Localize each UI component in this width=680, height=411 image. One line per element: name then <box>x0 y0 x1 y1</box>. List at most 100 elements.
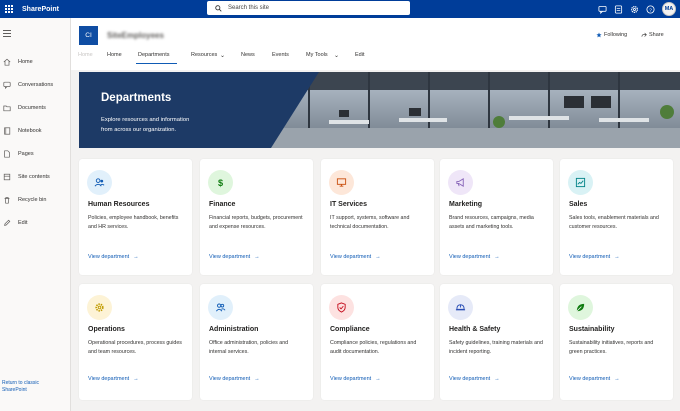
card-human-resources[interactable]: Human Resources Policies, employee handb… <box>79 159 192 275</box>
link-label: View department <box>449 254 491 260</box>
card-title: Sustainability <box>569 326 615 333</box>
chevron-down-icon[interactable]: ⌄ <box>334 52 339 59</box>
menu-icon[interactable] <box>3 30 11 39</box>
brand-name[interactable]: SharePoint <box>22 6 59 13</box>
card-administration[interactable]: Administration Office administration, po… <box>200 284 313 400</box>
card-icon-circle <box>87 170 112 195</box>
search-icon <box>215 4 222 12</box>
share-icon <box>641 32 647 37</box>
card-health-safety[interactable]: Health & Safety Safety guidelines, train… <box>440 284 553 400</box>
follow-button[interactable]: Following <box>596 32 627 38</box>
arrow-right-icon: → <box>254 254 260 260</box>
tab-resources[interactable]: Resources <box>191 52 217 58</box>
app-launcher-icon[interactable] <box>0 0 18 18</box>
tab-edit[interactable]: Edit <box>355 52 364 58</box>
card-description: Compliance policies, regulations and aud… <box>330 340 417 355</box>
nav-item-label: Site contents <box>18 174 50 180</box>
view-department-link[interactable]: View department → <box>569 254 620 260</box>
left-navigation: Home Conversations Documents Notebook Pa… <box>0 18 71 411</box>
site-title[interactable]: SiteEmployees <box>107 31 164 40</box>
nav-item-home[interactable]: Home <box>0 55 71 69</box>
svg-text:$: $ <box>218 178 223 188</box>
site-contents-icon <box>3 173 11 181</box>
hero-subtitle-line2: from across our organization. <box>101 127 177 133</box>
card-title: Compliance <box>330 326 370 333</box>
documents-icon <box>3 105 11 112</box>
card-description: Policies, employee handbook, benefits an… <box>88 215 179 230</box>
edit-icon <box>4 219 11 226</box>
card-finance[interactable]: $ Finance Financial reports, budgets, pr… <box>200 159 313 275</box>
view-department-link[interactable]: View department → <box>330 254 381 260</box>
shield-icon <box>337 302 346 313</box>
tab-news[interactable]: News <box>241 52 255 58</box>
return-link-line2: SharePoint <box>2 387 27 393</box>
nav-item-label: Documents <box>18 105 46 111</box>
tab-my-tools[interactable]: My Tools <box>306 52 328 58</box>
card-operations[interactable]: Operations Operational procedures, proce… <box>79 284 192 400</box>
link-label: View department <box>330 254 372 260</box>
suite-bar: SharePoint Search this site ? MA <box>0 0 680 18</box>
hardhat-icon <box>455 304 466 311</box>
nav-item-pages[interactable]: Pages <box>0 147 71 161</box>
nav-item-label: Conversations <box>18 82 54 88</box>
view-department-link[interactable]: View department → <box>88 254 139 260</box>
view-department-link[interactable]: View department → <box>449 254 500 260</box>
active-tab-indicator <box>136 63 177 64</box>
view-department-link[interactable]: View department → <box>330 376 381 382</box>
feedback-icon[interactable] <box>614 4 623 14</box>
view-department-link[interactable]: View department → <box>88 376 139 382</box>
card-it-services[interactable]: IT Services IT support, systems, softwar… <box>321 159 434 275</box>
nav-item-recycle-bin[interactable]: Recycle bin <box>0 193 71 207</box>
nav-item-notebook[interactable]: Notebook <box>0 124 71 138</box>
chevron-down-icon[interactable]: ⌄ <box>220 52 225 59</box>
site-header: CI SiteEmployees Following Share Home Ho… <box>71 18 680 70</box>
avatar[interactable]: MA <box>662 2 676 16</box>
card-description: Safety guidelines, training materials an… <box>449 340 543 355</box>
view-department-link[interactable]: View department → <box>209 254 260 260</box>
star-icon <box>596 32 602 38</box>
nav-item-site-contents[interactable]: Site contents <box>0 170 71 184</box>
view-department-link[interactable]: View department → <box>449 376 500 382</box>
leaf-icon <box>576 303 585 312</box>
chat-icon[interactable] <box>598 5 607 14</box>
admin-people-icon <box>216 303 226 312</box>
help-icon[interactable]: ? <box>646 4 655 14</box>
search-input[interactable]: Search this site <box>207 1 410 15</box>
tab-departments[interactable]: Departments <box>138 52 170 58</box>
link-label: View department <box>88 254 130 260</box>
tab-events[interactable]: Events <box>272 52 289 58</box>
view-department-link[interactable]: View department → <box>569 376 620 382</box>
return-link-line1: Return to classic <box>2 380 39 386</box>
people-icon <box>94 178 105 187</box>
share-button[interactable]: Share <box>641 32 664 38</box>
site-logo[interactable]: CI <box>79 26 98 45</box>
link-label: View department <box>209 376 251 382</box>
nav-item-documents[interactable]: Documents <box>0 101 71 115</box>
tab-home[interactable]: Home <box>107 52 122 58</box>
card-title: Finance <box>209 201 236 208</box>
card-title: Sales <box>569 201 588 208</box>
nav-item-edit[interactable]: Edit <box>0 216 71 230</box>
arrow-right-icon: → <box>614 376 620 382</box>
card-compliance[interactable]: Compliance Compliance policies, regulati… <box>321 284 434 400</box>
settings-icon[interactable] <box>630 5 639 14</box>
home-icon <box>3 58 11 66</box>
monitor-icon <box>336 178 347 187</box>
card-icon-circle <box>568 295 593 320</box>
link-label: View department <box>449 376 491 382</box>
card-icon-circle <box>87 295 112 320</box>
arrow-right-icon: → <box>375 254 381 260</box>
nav-item-label: Notebook <box>18 128 42 134</box>
arrow-right-icon: → <box>614 254 620 260</box>
card-sales[interactable]: Sales Sales tools, enablement materials … <box>560 159 673 275</box>
card-description: Office administration, policies and inte… <box>209 340 289 355</box>
return-to-classic-link[interactable]: Return to classic SharePoint <box>2 380 39 394</box>
link-label: View department <box>88 376 130 382</box>
link-label: View department <box>330 376 372 382</box>
card-sustainability[interactable]: Sustainability Sustainability initiative… <box>560 284 673 400</box>
card-description: IT support, systems, software and techni… <box>330 215 410 230</box>
view-department-link[interactable]: View department → <box>209 376 260 382</box>
pages-icon <box>4 150 10 158</box>
card-marketing[interactable]: Marketing Brand resources, campaigns, me… <box>440 159 553 275</box>
nav-item-conversations[interactable]: Conversations <box>0 78 71 92</box>
